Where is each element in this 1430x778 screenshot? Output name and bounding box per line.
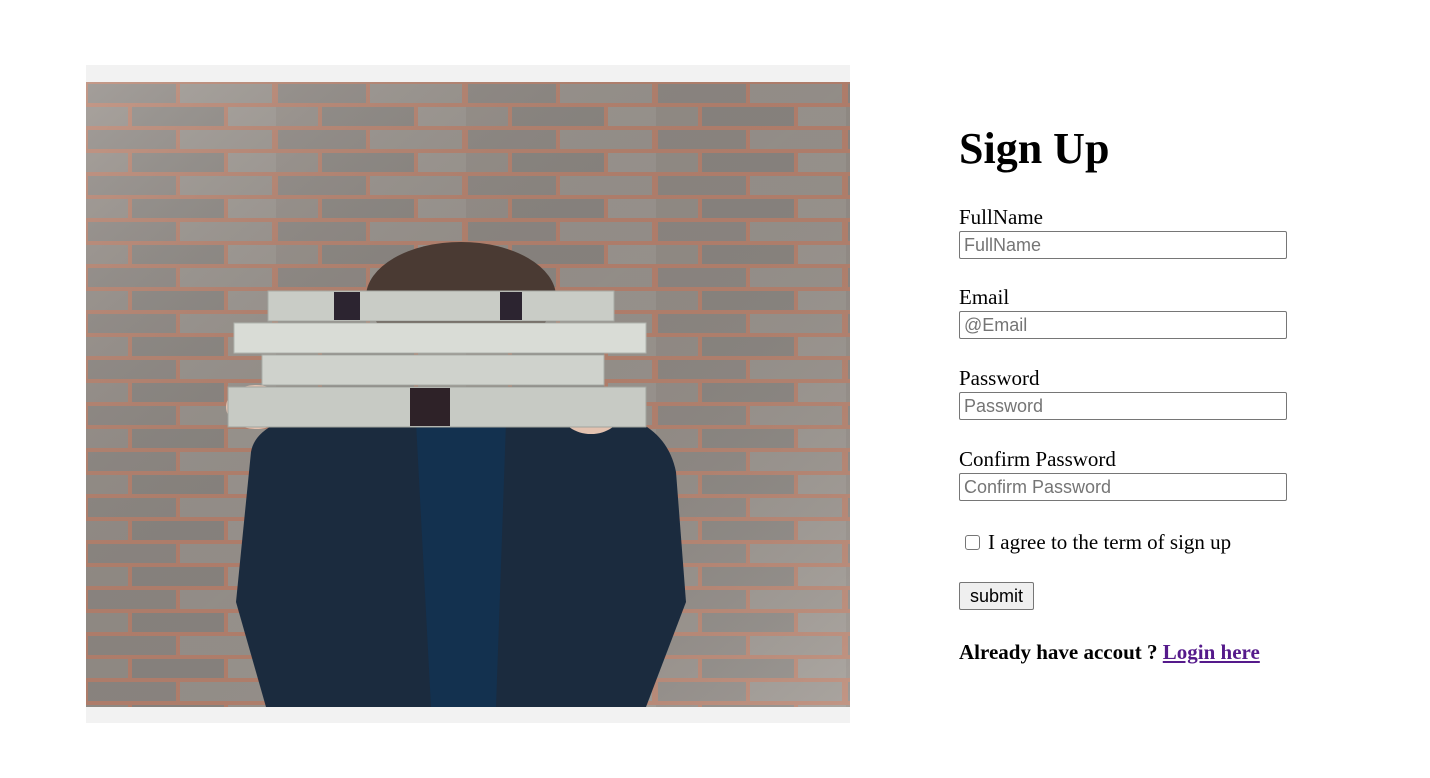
hero-photo — [86, 82, 850, 707]
agree-row: I agree to the term of sign up — [959, 530, 1231, 554]
fullname-label: FullName — [959, 205, 1043, 229]
signup-form: Sign Up FullName Email Password Confirm … — [959, 122, 1359, 664]
login-link[interactable]: Login here — [1163, 640, 1260, 664]
confirm-password-input[interactable] — [959, 473, 1287, 501]
confirm-password-label: Confirm Password — [959, 447, 1116, 471]
email-label: Email — [959, 285, 1010, 309]
fullname-input[interactable] — [959, 231, 1287, 259]
page-title: Sign Up — [959, 124, 1110, 173]
email-input[interactable] — [959, 311, 1287, 339]
submit-button[interactable]: submit — [959, 582, 1034, 610]
login-prompt-line: Already have accout ? Login here — [959, 640, 1260, 665]
login-prompt: Already have accout ? — [959, 640, 1158, 664]
agree-checkbox[interactable] — [965, 534, 980, 550]
agree-label: I agree to the term of sign up — [988, 530, 1232, 554]
password-label: Password — [959, 366, 1040, 390]
password-input[interactable] — [959, 392, 1287, 420]
hero-image-panel — [86, 65, 850, 723]
